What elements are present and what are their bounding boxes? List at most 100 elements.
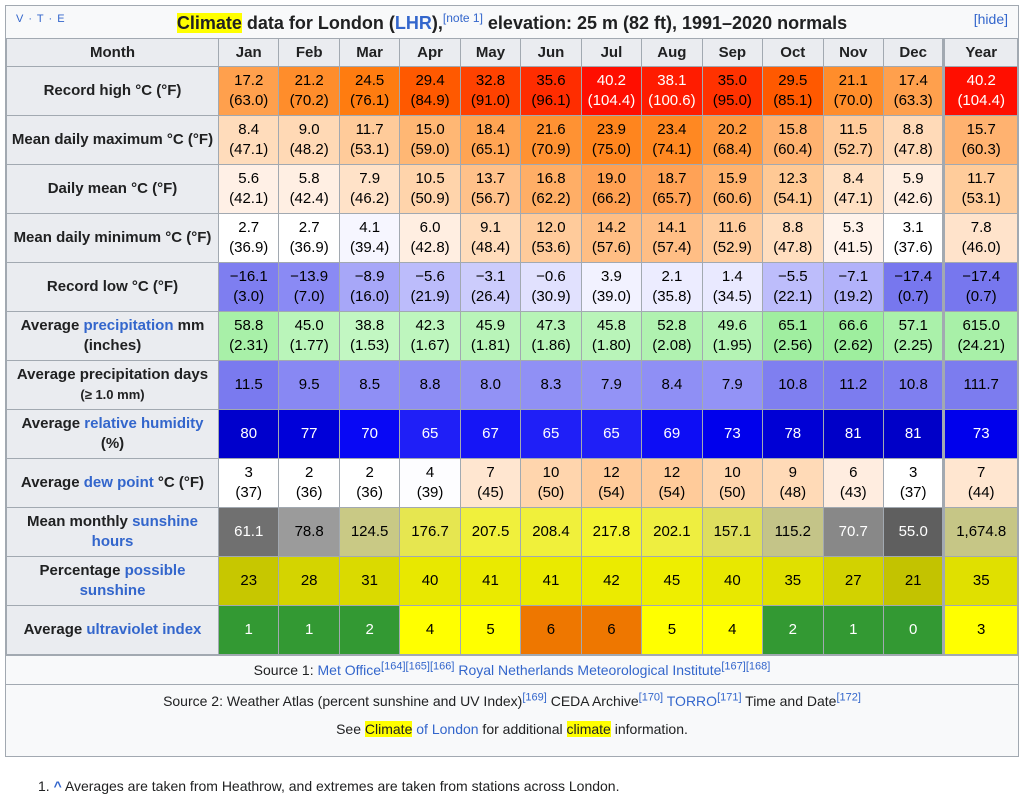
reference-link[interactable]: [172]: [836, 691, 860, 703]
source-text: for additional: [478, 721, 567, 737]
row-label-text: Mean daily maximum °C (°F): [11, 131, 214, 148]
data-cell: 202.1: [641, 507, 703, 557]
data-cell: 77: [278, 409, 340, 459]
data-cell: 8.8 (47.8): [882, 115, 945, 165]
source-link[interactable]: Met Office: [318, 662, 382, 678]
row-label-text: °C (°F): [153, 474, 205, 491]
data-cell: 10.8: [882, 360, 945, 410]
reference-link[interactable]: [165]: [406, 660, 430, 672]
data-cell: 67: [459, 409, 522, 459]
data-cell: 5.9 (42.6): [882, 164, 945, 214]
data-cell: 5.8 (42.4): [278, 164, 340, 214]
data-cell: 12 (54): [641, 458, 703, 508]
source-link[interactable]: Royal Netherlands Meteorological Institu…: [458, 662, 721, 678]
month-header-apr: Apr: [399, 38, 461, 67]
data-cell: 15.8 (60.4): [762, 115, 824, 165]
source-link[interactable]: of London: [412, 721, 478, 737]
data-cell: 11.5 (52.7): [822, 115, 884, 165]
data-cell: 11.2: [822, 360, 884, 410]
data-cell: 35.0 (95.0): [701, 66, 764, 116]
vte-links: V · T · E: [16, 13, 66, 25]
reference-link[interactable]: [168]: [746, 660, 770, 672]
title-text: data for London (: [241, 13, 395, 33]
month-header: Month: [6, 38, 219, 67]
hide-toggle[interactable]: [hide]: [974, 6, 1008, 32]
row-label-text: Mean daily minimum °C (°F): [13, 229, 212, 246]
data-cell: 7.9 (46.2): [338, 164, 401, 214]
data-cell: 21.1 (70.0): [822, 66, 884, 116]
reference-link[interactable]: [169]: [522, 691, 546, 703]
data-cell: 42.3 (1.67): [399, 311, 461, 361]
data-cell: 5.3 (41.5): [822, 213, 884, 263]
data-cell: 8.5: [338, 360, 401, 410]
data-cell: 7.9: [701, 360, 764, 410]
highlighted-term: Climate: [364, 721, 413, 737]
table-row: Mean daily minimum °C (°F) 2.7 (36.9) 2.7 (3…: [6, 213, 1018, 263]
data-cell: 17.4 (63.3): [882, 66, 945, 116]
data-cell: −5.5 (22.1): [762, 262, 824, 312]
row-label: Record high °C (°F): [6, 66, 219, 116]
header-row: Month Jan Feb Mar Apr May Jun Jul Aug Sep Oct Nov De…: [6, 38, 1018, 67]
month-header-dec: Dec: [882, 38, 945, 67]
data-cell: 8.0: [459, 360, 522, 410]
data-cell: 6: [520, 605, 582, 655]
reference-link[interactable]: [167]: [721, 660, 745, 672]
data-cell: 7 (44): [942, 458, 1018, 508]
data-cell: 11.7 (53.1): [942, 164, 1018, 214]
reference-link[interactable]: [171]: [717, 691, 741, 703]
data-cell: 14.1 (57.4): [641, 213, 703, 263]
year-header: Year: [942, 38, 1018, 67]
row-label-link[interactable]: precipitation: [83, 317, 173, 334]
data-cell: 23.4 (74.1): [641, 115, 703, 165]
data-cell: −8.9 (16.0): [338, 262, 401, 312]
footnote-backlink[interactable]: ^: [54, 778, 62, 794]
data-cell: −0.6 (30.9): [520, 262, 582, 312]
source-link[interactable]: TORRO: [667, 693, 717, 709]
data-cell: 615.0 (24.21): [942, 311, 1018, 361]
row-label: Average precipitation days (≥ 1.0 mm): [6, 360, 219, 410]
reference-link[interactable]: [170]: [639, 691, 663, 703]
row-label: Average ultraviolet index: [6, 605, 219, 655]
data-cell: 66.6 (2.62): [822, 311, 884, 361]
lhr-link[interactable]: LHR: [395, 13, 432, 33]
row-label-link[interactable]: ultraviolet index: [86, 621, 201, 638]
data-cell: 9.0 (48.2): [278, 115, 340, 165]
data-cell: 7.9: [580, 360, 643, 410]
data-cell: 12.3 (54.1): [762, 164, 824, 214]
data-cell: 20.2 (68.4): [701, 115, 764, 165]
data-cell: 5: [641, 605, 703, 655]
row-label-text: Average: [20, 474, 84, 491]
data-cell: −17.4 (0.7): [942, 262, 1018, 312]
data-cell: 8.4 (47.1): [217, 115, 280, 165]
row-label-text: Average: [21, 415, 85, 432]
data-cell: 32.8 (91.0): [459, 66, 522, 116]
reference-link[interactable]: [164]: [381, 660, 405, 672]
note-1-link[interactable]: [note 1]: [443, 11, 483, 25]
row-label: Average precipitation mm (inches): [6, 311, 219, 361]
row-label-text: Average: [20, 317, 84, 334]
data-cell: 9 (48): [762, 458, 824, 508]
data-cell: 3.9 (39.0): [580, 262, 643, 312]
source-text: Source 1:: [253, 662, 318, 678]
data-cell: 11.5: [217, 360, 280, 410]
row-label-link[interactable]: dew point: [84, 474, 154, 491]
data-cell: 2 (36): [338, 458, 401, 508]
reference-link[interactable]: [166]: [430, 660, 454, 672]
footnote-text: Averages are taken from Heathrow, and ex…: [64, 778, 620, 794]
data-cell: −3.1 (26.4): [459, 262, 522, 312]
data-cell: 5.6 (42.1): [217, 164, 280, 214]
data-cell: 3 (37): [882, 458, 945, 508]
data-cell: 47.3 (1.86): [520, 311, 582, 361]
title-close: ),: [431, 13, 443, 33]
edit-link[interactable]: E: [57, 13, 65, 25]
talk-link[interactable]: T: [37, 13, 45, 25]
data-cell: 4 (39): [399, 458, 461, 508]
data-cell: 8.4 (47.1): [822, 164, 884, 214]
row-label-link[interactable]: relative humidity: [84, 415, 203, 432]
data-cell: 2.7 (36.9): [217, 213, 280, 263]
source-text: See: [336, 721, 365, 737]
view-link[interactable]: V: [16, 13, 24, 25]
data-cell: 15.9 (60.6): [701, 164, 764, 214]
table-row: Average dew point °C (°F) 3 (37) 2 (36) 2 (36)…: [6, 458, 1018, 508]
source-text: Time and Date: [741, 693, 837, 709]
